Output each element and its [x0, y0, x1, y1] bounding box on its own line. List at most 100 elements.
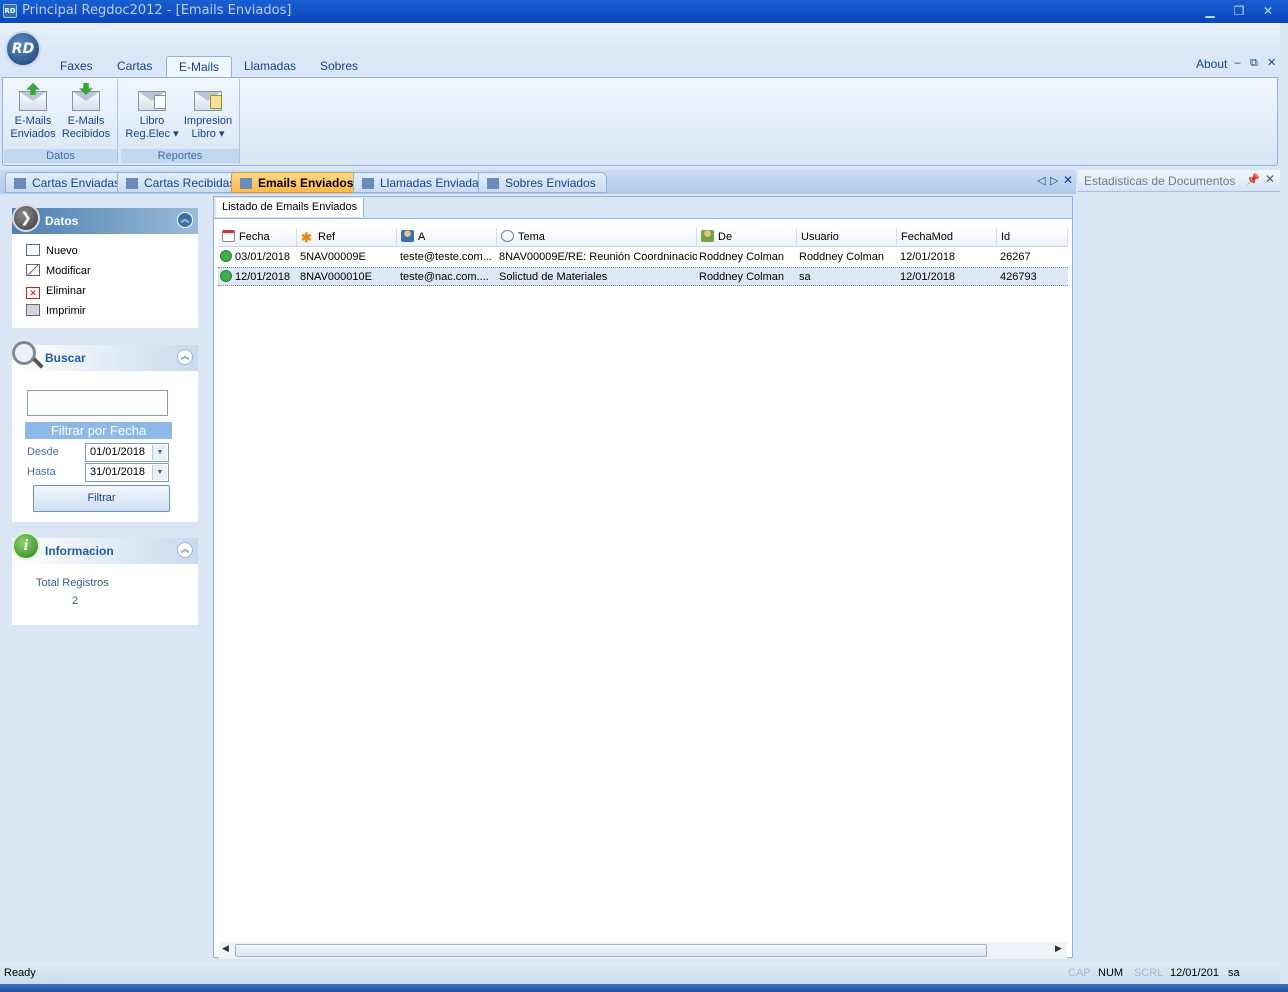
imprimir-task[interactable]: Imprimir [26, 302, 86, 320]
collapse-datos-icon[interactable]: ︽ [177, 212, 193, 228]
cell-de: Roddney Colman [699, 271, 784, 283]
col-fechamod[interactable]: FechaMod [897, 228, 997, 247]
scrollbar-thumb[interactable] [235, 944, 987, 957]
hasta-date-picker[interactable]: 31/01/2018 ▼ [85, 463, 169, 482]
scroll-right-icon[interactable]: ▶ [1055, 944, 1062, 954]
modificar-label: Modificar [46, 265, 91, 277]
emails-recibidos-label-2: Recibidos [61, 128, 111, 140]
form-icon [362, 178, 374, 189]
restore-icon[interactable]: ❐ [1230, 3, 1248, 19]
ribbon-tab-sobres[interactable]: Sobres [308, 56, 370, 78]
form-icon [126, 178, 138, 189]
ribbon-group-datos: E-Mails Enviados E-Mails Recibidos Datos [4, 79, 118, 163]
collapse-buscar-icon[interactable]: ︽ [177, 349, 193, 365]
status-bar: Ready CAP NUM SCRL 12/01/201 sa [0, 962, 1280, 984]
emails-recibidos-button[interactable]: E-Mails Recibidos [60, 83, 112, 141]
mdi-minimize-icon[interactable]: ‒ [1234, 56, 1241, 69]
window-titlebar: RD Principal Regdoc2012 - [Emails Enviad… [0, 0, 1288, 23]
col-fechamod-label: FechaMod [901, 231, 953, 243]
total-registros-label: Total Registros [36, 577, 109, 589]
libro-label-2: Reg.Elec ▾ [125, 128, 179, 140]
mdi-close-icon[interactable]: ✕ [1267, 56, 1276, 69]
check-icon [220, 270, 232, 282]
search-icon [12, 341, 36, 365]
imprimir-label: Imprimir [46, 305, 86, 317]
ribbon-tab-cartas[interactable]: Cartas [105, 56, 164, 78]
table-row[interactable]: 03/01/2018 5NAV00009E teste@teste.com...… [218, 248, 1068, 267]
cell-fecha: 03/01/2018 [220, 248, 298, 267]
cell-usuario: sa [799, 271, 811, 283]
ribbon-tab-emails[interactable]: E-Mails [166, 56, 233, 78]
close-icon[interactable]: ✕ [1259, 3, 1277, 19]
doc-tab-label: Cartas Recibidas [144, 176, 236, 190]
app-icon[interactable]: RD [3, 4, 17, 18]
eliminar-task[interactable]: ✕ Eliminar [26, 282, 86, 300]
info-section-body [12, 563, 198, 625]
scroll-left-icon[interactable]: ◀ [222, 944, 229, 954]
table-row[interactable]: 12/01/2018 8NAV000010E teste@nac.com....… [218, 267, 1068, 286]
datos-section-header[interactable]: Datos [12, 208, 198, 234]
tab-scroll-left-icon[interactable]: ◁ [1037, 174, 1045, 187]
col-fecha[interactable]: Fecha [218, 228, 297, 247]
application-orb[interactable]: RD [5, 31, 41, 67]
about-link[interactable]: About [1196, 57, 1227, 71]
form-icon [240, 178, 252, 189]
doc-tab-cartas-enviadas[interactable]: Cartas Enviadas [5, 172, 132, 193]
group-label-datos: Datos [4, 149, 117, 163]
doc-tab-cartas-recibidas[interactable]: Cartas Recibidas [117, 172, 247, 193]
info-section-header[interactable]: Informacion [12, 538, 198, 564]
tab-scroll-right-icon[interactable]: ▷ [1050, 174, 1058, 187]
search-input[interactable] [27, 390, 168, 416]
impresion-libro-button[interactable]: Impresion Libro ▾ [179, 83, 237, 141]
col-a[interactable]: A [397, 228, 497, 247]
pin-icon[interactable]: 📌 [1246, 173, 1260, 186]
group-label-reportes: Reportes [121, 149, 239, 163]
emails-recibidos-label-1: E-Mails [67, 115, 105, 127]
status-num: NUM [1098, 967, 1124, 979]
doc-tab-sobres-enviados[interactable]: Sobres Enviados [478, 172, 607, 193]
col-fecha-label: Fecha [239, 231, 270, 243]
doc-tab-emails-enviados[interactable]: Emails Enviados [231, 172, 365, 193]
col-de-label: De [718, 231, 733, 243]
ribbon-tab-llamadas[interactable]: Llamadas [232, 56, 308, 78]
status-text: Ready [4, 967, 36, 979]
doc-tab-llamadas-enviadas[interactable]: Llamadas Enviadas [353, 172, 496, 193]
col-usuario-label: Usuario [801, 231, 839, 243]
buscar-title: Buscar [45, 351, 86, 365]
os-taskbar [0, 984, 1288, 992]
dropdown-arrow-icon[interactable]: ▼ [152, 465, 167, 480]
tab-close-icon[interactable]: ✕ [1063, 173, 1073, 187]
col-tema[interactable]: Tema [497, 228, 697, 247]
user-icon [701, 230, 714, 242]
libro-reg-elec-button[interactable]: Libro Reg.Elec ▾ [123, 83, 181, 141]
ribbon-group-reportes: Libro Reg.Elec ▾ Impresion Libro ▾ Repor… [121, 79, 240, 163]
cell-fecha: 12/01/2018 [220, 268, 298, 287]
modificar-task[interactable]: Modificar [26, 262, 91, 280]
emails-enviados-button[interactable]: E-Mails Enviados [8, 83, 58, 141]
col-de[interactable]: De [697, 228, 797, 247]
desde-date-picker[interactable]: 01/01/2018 ▼ [85, 443, 169, 462]
ribbon-tab-faxes[interactable]: Faxes [48, 56, 105, 78]
dropdown-arrow-icon[interactable]: ▼ [152, 445, 167, 460]
right-panel [1078, 170, 1280, 960]
print-email-icon [192, 83, 224, 113]
filtrar-button[interactable]: Filtrar [33, 485, 170, 512]
col-ref[interactable]: ✱ Ref [297, 228, 397, 247]
panel-close-icon[interactable]: ✕ [1265, 172, 1275, 186]
doc-tab-label: Llamadas Enviadas [380, 176, 485, 190]
quick-access-bar [0, 23, 1280, 53]
cell-id: 426793 [1000, 271, 1037, 283]
mdi-restore-icon[interactable]: ⧉ [1250, 56, 1258, 70]
minimize-icon[interactable]: ▁ [1201, 3, 1219, 19]
nuevo-task[interactable]: Nuevo [26, 242, 78, 260]
hasta-label: Hasta [27, 466, 56, 478]
cell-tema: Solictud de Materiales [499, 271, 608, 283]
grid-tab-listado[interactable]: Listado de Emails Enviados [216, 198, 365, 217]
doc-tab-label: Emails Enviados [258, 176, 354, 190]
estadisticas-title: Estadisticas de Documentos [1084, 174, 1236, 188]
col-id[interactable]: Id [997, 228, 1068, 247]
cell-fecha-value: 12/01/2018 [235, 271, 291, 283]
status-user: sa [1228, 967, 1240, 979]
collapse-info-icon[interactable]: ︽ [177, 542, 193, 558]
col-usuario[interactable]: Usuario [797, 228, 897, 247]
